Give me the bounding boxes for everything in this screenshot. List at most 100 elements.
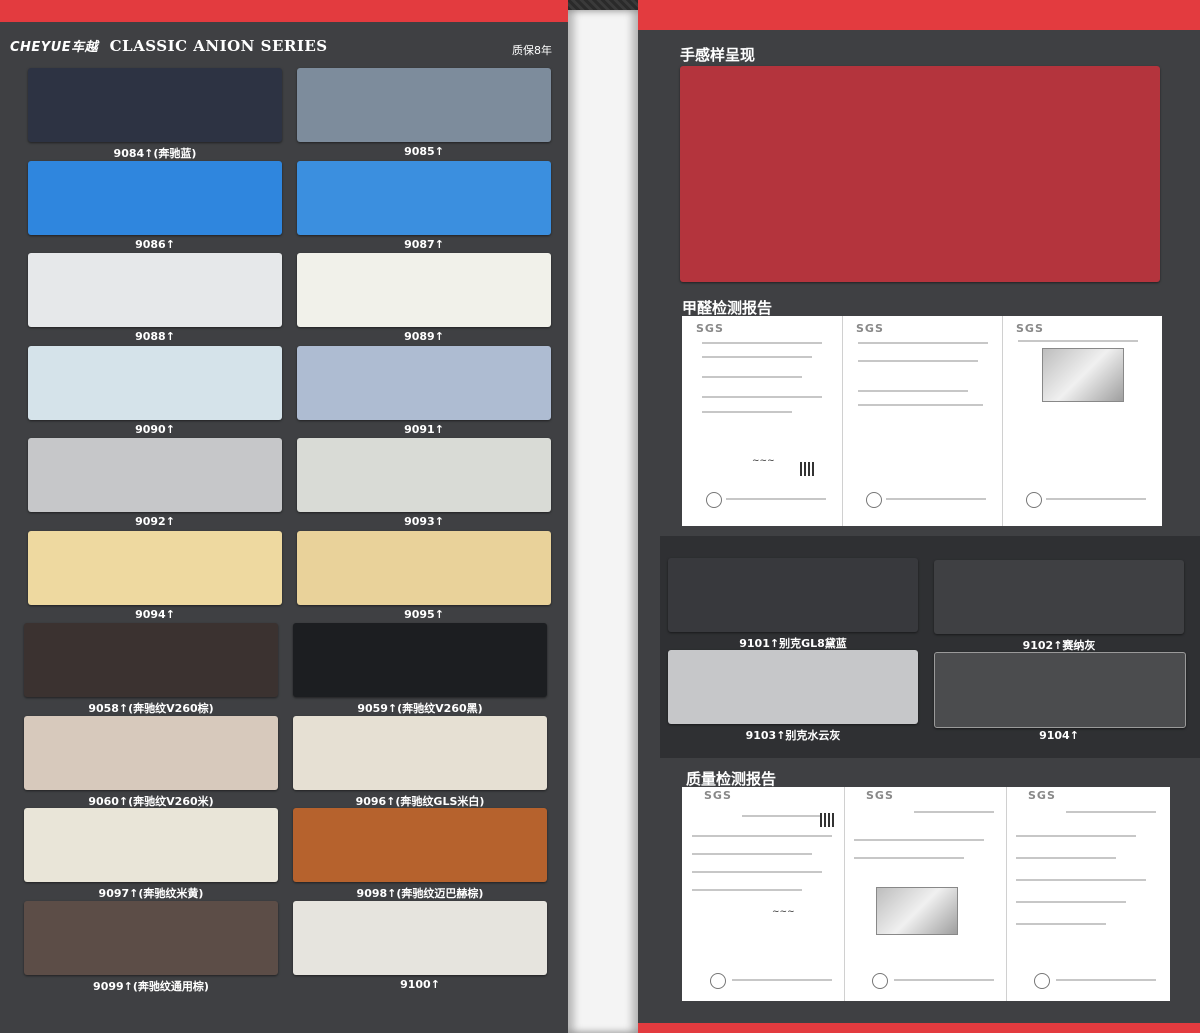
text-line bbox=[894, 979, 994, 981]
touch-sample-title: 手感样呈现 bbox=[680, 46, 756, 64]
series-title: CLASSIC ANION SERIES bbox=[109, 37, 328, 55]
color-swatch bbox=[934, 560, 1184, 634]
text-line bbox=[886, 498, 986, 500]
sample-photo bbox=[1042, 348, 1124, 402]
left-panel: CHEYUE车越 CLASSIC ANION SERIES 质保8年 9084↑… bbox=[0, 0, 568, 1033]
text-line bbox=[692, 889, 802, 891]
swatch-code-label: 9090↑ bbox=[135, 422, 175, 436]
swatch-code-label: 9058↑(奔驰纹V260棕) bbox=[88, 702, 214, 715]
report-page: SGS ~~~ bbox=[682, 316, 843, 526]
text-line bbox=[1016, 923, 1106, 925]
text-line bbox=[854, 839, 984, 841]
brand-logo: CHEYUE车越 CLASSIC ANION SERIES bbox=[10, 36, 328, 55]
text-line bbox=[726, 498, 826, 500]
color-swatch bbox=[297, 530, 551, 605]
swatch-code-label: 9095↑ bbox=[404, 607, 444, 621]
text-line bbox=[1056, 979, 1156, 981]
color-swatch bbox=[934, 652, 1186, 728]
text-line bbox=[1018, 340, 1138, 342]
cert-seal bbox=[872, 973, 888, 989]
swatch-code-label: 9094↑ bbox=[135, 607, 175, 621]
text-line bbox=[692, 835, 832, 837]
report-page: SGS ~~~ bbox=[682, 787, 845, 1001]
sample-photo bbox=[876, 887, 958, 935]
color-swatch bbox=[293, 900, 547, 975]
color-swatch bbox=[24, 715, 278, 790]
color-swatch bbox=[668, 558, 918, 632]
cert-seal bbox=[1026, 492, 1042, 508]
text-line bbox=[702, 376, 802, 378]
color-swatch bbox=[293, 715, 547, 790]
color-swatch bbox=[297, 160, 551, 235]
swatch-code-label: 9104↑ bbox=[1039, 729, 1079, 742]
swatch-code-label: 9086↑ bbox=[135, 237, 175, 251]
report-page: SGS bbox=[1006, 787, 1170, 1001]
bottom-red-band bbox=[638, 1023, 1200, 1033]
signature: ~~~ bbox=[752, 456, 775, 466]
text-line bbox=[858, 404, 983, 406]
sgs-mark: SGS bbox=[704, 789, 732, 802]
cert-seal bbox=[1034, 973, 1050, 989]
swatch-code-label: 9098↑(奔驰纹迈巴赫棕) bbox=[356, 887, 484, 900]
report-page: SGS bbox=[1002, 316, 1162, 526]
qr-code bbox=[800, 462, 814, 476]
swatch-code-label: 9088↑ bbox=[135, 330, 175, 343]
formaldehyde-report-title: 甲醛检测报告 bbox=[682, 299, 773, 317]
color-swatch bbox=[297, 68, 551, 142]
color-swatch bbox=[28, 345, 282, 420]
report-page: SGS bbox=[842, 316, 1003, 526]
color-swatch bbox=[297, 345, 551, 420]
text-line bbox=[1016, 857, 1116, 859]
color-swatch bbox=[668, 650, 918, 724]
color-swatch bbox=[28, 530, 282, 605]
cert-seal bbox=[706, 492, 722, 508]
text-line bbox=[854, 857, 964, 859]
qr-code bbox=[820, 813, 834, 827]
color-swatch bbox=[293, 808, 547, 882]
text-line bbox=[702, 342, 822, 344]
text-line bbox=[702, 356, 812, 358]
swatch-code-label: 9060↑(奔驰纹V260米) bbox=[88, 794, 214, 808]
text-line bbox=[1016, 835, 1136, 837]
text-line bbox=[1016, 879, 1146, 881]
top-red-band bbox=[0, 0, 568, 22]
text-line bbox=[1046, 498, 1146, 500]
brand-name: CHEYUE车越 bbox=[10, 40, 99, 55]
swatch-code-label: 9100↑ bbox=[400, 977, 440, 991]
swatch-code-label: 9091↑ bbox=[404, 422, 444, 436]
text-line bbox=[914, 811, 994, 813]
text-line bbox=[702, 411, 792, 413]
swatch-code-label: 9087↑ bbox=[404, 237, 444, 251]
cert-seal bbox=[866, 492, 882, 508]
text-line bbox=[1016, 901, 1126, 903]
color-swatch bbox=[28, 68, 282, 142]
swatch-code-label: 9097↑(奔驰纹米黄) bbox=[98, 887, 204, 900]
signature: ~~~ bbox=[772, 907, 795, 917]
color-swatch bbox=[297, 253, 551, 327]
color-swatch bbox=[24, 623, 278, 697]
warranty-note: 质保8年 bbox=[512, 44, 552, 57]
sgs-mark: SGS bbox=[1016, 322, 1044, 335]
formaldehyde-report: SGS ~~~ SGS SGS bbox=[682, 316, 1162, 526]
swatch-code-label: 9096↑(奔驰纹GLS米白) bbox=[355, 794, 485, 808]
swatch-code-label: 9059↑(奔驰纹V260黑) bbox=[357, 702, 483, 715]
sgs-mark: SGS bbox=[696, 322, 724, 335]
swatch-code-label: 9101↑别克GL8黛蓝 bbox=[739, 637, 847, 650]
color-swatch bbox=[28, 160, 282, 235]
swatch-code-label: 9093↑ bbox=[404, 515, 444, 528]
color-swatch bbox=[28, 438, 282, 512]
quality-report-title: 质量检测报告 bbox=[686, 770, 777, 788]
text-line bbox=[858, 360, 978, 362]
sgs-mark: SGS bbox=[856, 322, 884, 335]
swatch-code-label: 9099↑(奔驰纹通用棕) bbox=[93, 979, 209, 993]
text-line bbox=[1066, 811, 1156, 813]
color-swatch bbox=[293, 623, 547, 697]
swatch-code-label: 9089↑ bbox=[404, 330, 444, 343]
sgs-mark: SGS bbox=[866, 789, 894, 802]
text-line bbox=[692, 871, 822, 873]
text-line bbox=[858, 390, 968, 392]
swatch-code-label: 9085↑ bbox=[404, 145, 444, 158]
color-swatch bbox=[24, 808, 278, 882]
swatch-code-label: 9084↑(奔驰蓝) bbox=[113, 147, 197, 160]
swatch-code-label: 9103↑别克水云灰 bbox=[745, 729, 841, 742]
